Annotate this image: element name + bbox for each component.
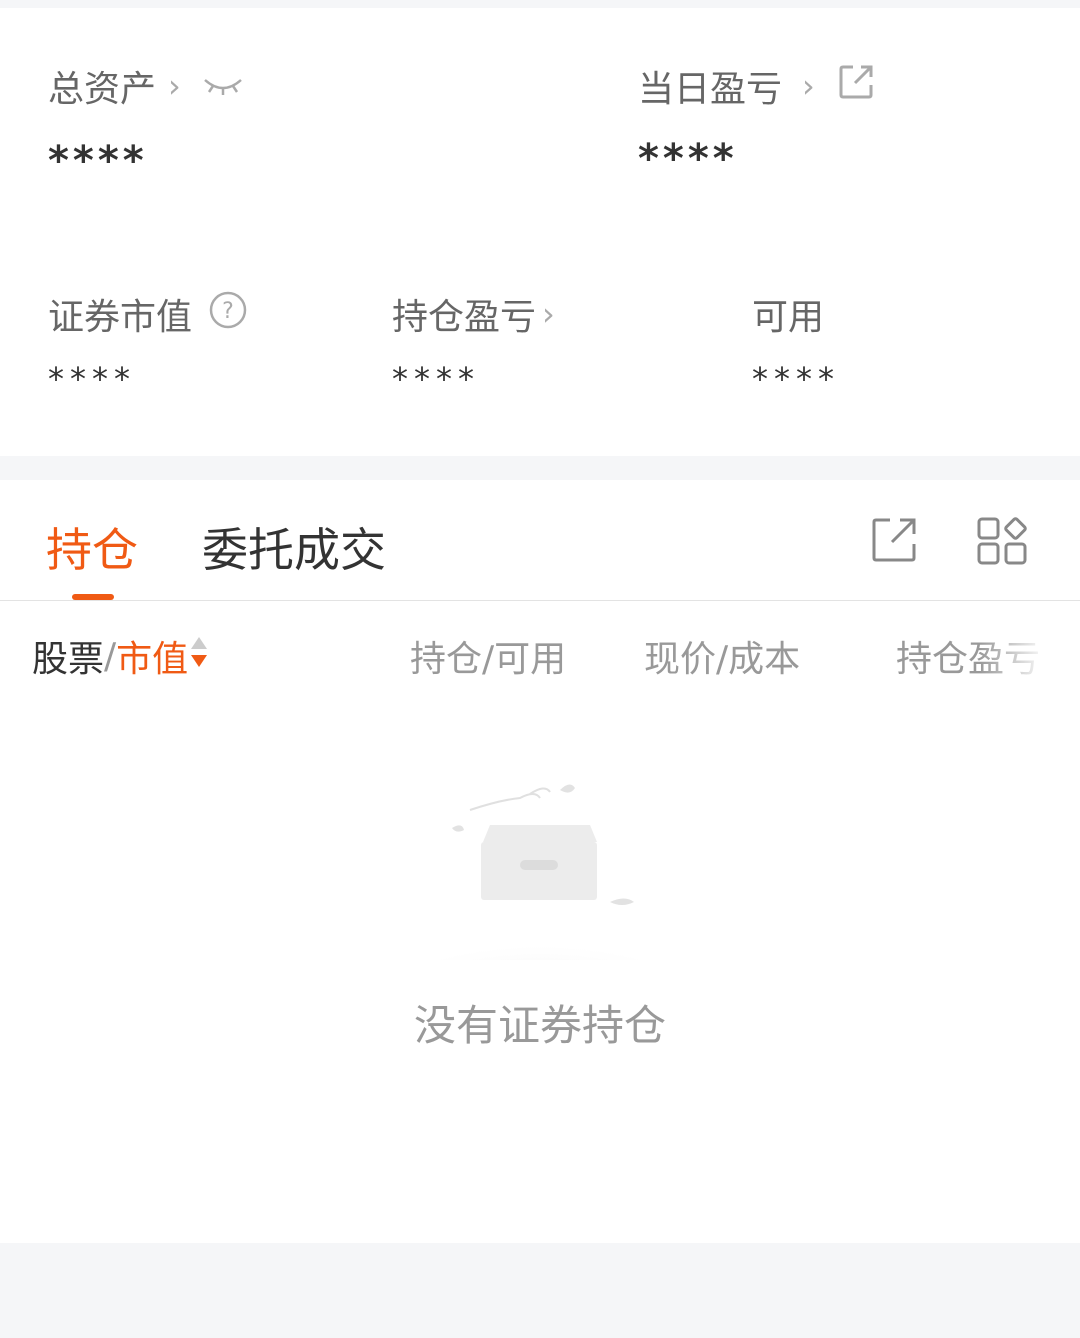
question-circle-icon[interactable]: ? [208, 290, 248, 339]
eye-closed-icon[interactable] [203, 66, 243, 107]
chevron-right-icon: › [802, 67, 815, 105]
external-link-icon[interactable] [870, 516, 918, 568]
total-assets-label: 总资产 [48, 69, 157, 110]
daily-pl-value: **** [638, 136, 738, 182]
total-assets-header[interactable]: 总资产 › [48, 60, 243, 112]
chevron-right-icon: › [542, 295, 555, 333]
market-value-value: **** [48, 360, 136, 398]
available-value: **** [752, 360, 840, 398]
column-position-available[interactable]: 持仓/可用 [410, 630, 566, 682]
market-value-label: 证券市值 [48, 297, 193, 338]
svg-text:?: ? [222, 299, 234, 324]
column-separator: / [104, 635, 117, 677]
empty-box-illustration [390, 780, 690, 1018]
position-pl-value: **** [392, 360, 480, 398]
tab-orders-trades[interactable]: 委托成交 [202, 514, 386, 580]
column-position-pl[interactable]: 持仓盈亏 [896, 630, 1048, 682]
total-assets-value: **** [48, 138, 148, 184]
asset-summary-card: 总资产 › **** 当日盈亏 › **** 证券市值 ? **** 持仓盈亏 … [0, 8, 1080, 456]
market-value-header: 证券市值 ? [48, 288, 248, 340]
empty-state-text: 没有证券持仓 [413, 1001, 666, 1050]
sort-icon[interactable] [190, 635, 208, 678]
column-price-cost[interactable]: 现价/成本 [644, 630, 800, 682]
tab-divider [0, 600, 1080, 601]
chevron-right-icon: › [168, 67, 181, 105]
available-header: 可用 [752, 288, 824, 340]
tab-holdings[interactable]: 持仓 [46, 514, 138, 580]
available-label: 可用 [752, 297, 825, 338]
column-market-value-label: 市值 [116, 639, 189, 680]
holdings-card: 持仓 委托成交 股票 / 市值 持仓/可用 现价/成本 持仓盈亏 没有证券持仓 [0, 480, 1080, 1243]
column-stock-market-value[interactable]: 股票 / 市值 [32, 630, 208, 682]
position-pl-header[interactable]: 持仓盈亏 › [392, 288, 555, 340]
external-link-icon[interactable] [837, 63, 875, 110]
daily-pl-header[interactable]: 当日盈亏 › [638, 60, 875, 112]
column-stock-label: 股票 [32, 639, 105, 680]
position-pl-label: 持仓盈亏 [392, 297, 537, 338]
grid-layout-icon[interactable] [976, 516, 1028, 570]
daily-pl-label: 当日盈亏 [638, 69, 783, 110]
